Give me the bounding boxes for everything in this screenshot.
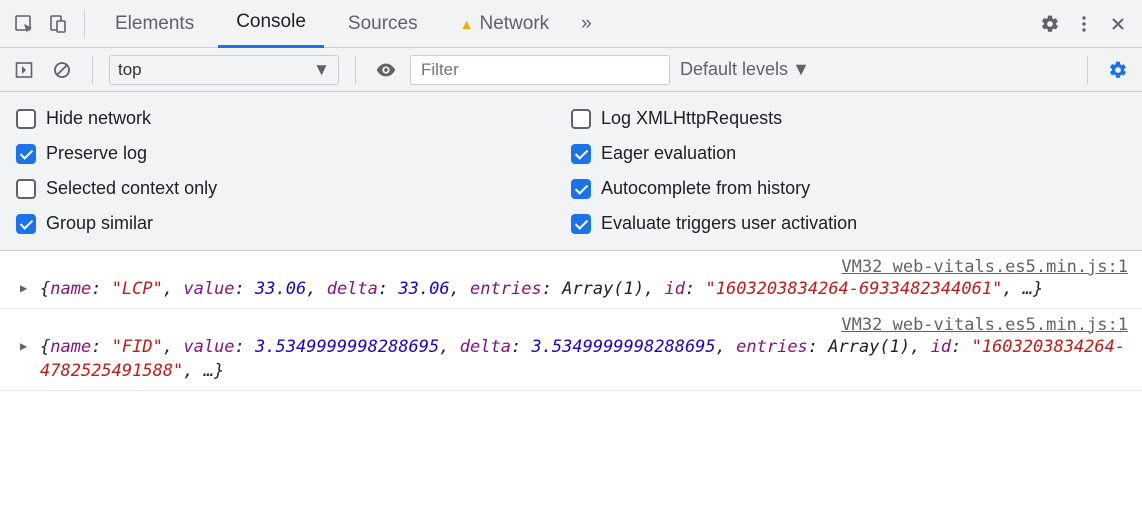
log-levels-selector[interactable]: Default levels ▼ bbox=[680, 59, 810, 80]
console-settings-panel: Hide network Preserve log Selected context… bbox=[0, 92, 1142, 251]
checkbox-icon bbox=[571, 214, 591, 234]
setting-label: Group similar bbox=[46, 213, 153, 234]
log-object: {name: "LCP", value: 33.06, delta: 33.06… bbox=[40, 277, 1132, 302]
devtools-toolbar: Elements Console Sources Network » bbox=[0, 0, 1142, 48]
setting-label: Eager evaluation bbox=[601, 143, 736, 164]
filter-input[interactable] bbox=[410, 55, 670, 85]
setting-label: Hide network bbox=[46, 108, 151, 129]
setting-autocomplete-from-history[interactable]: Autocomplete from history bbox=[571, 178, 1126, 199]
checkbox-icon bbox=[571, 109, 591, 129]
context-selector[interactable]: top ▼ bbox=[109, 55, 339, 85]
context-value: top bbox=[118, 60, 142, 80]
setting-label: Selected context only bbox=[46, 178, 217, 199]
expand-arrow-icon[interactable]: ▶ bbox=[20, 281, 27, 295]
checkbox-icon bbox=[571, 179, 591, 199]
setting-selected-context-only[interactable]: Selected context only bbox=[16, 178, 571, 199]
settings-gear-icon[interactable] bbox=[1036, 10, 1064, 38]
element-picker-icon[interactable] bbox=[10, 10, 38, 38]
setting-group-similar[interactable]: Group similar bbox=[16, 213, 571, 234]
device-toggle-icon[interactable] bbox=[44, 10, 72, 38]
setting-label: Log XMLHttpRequests bbox=[601, 108, 782, 129]
chevron-down-icon: ▼ bbox=[313, 60, 330, 80]
log-entry[interactable]: VM32 web-vitals.es5.min.js:1 ▶ {name: "FID… bbox=[0, 309, 1142, 391]
console-settings-gear-icon[interactable] bbox=[1104, 56, 1132, 84]
setting-evaluate-triggers-user-activation[interactable]: Evaluate triggers user activation bbox=[571, 213, 1126, 234]
checkbox-icon bbox=[571, 144, 591, 164]
console-subbar: top ▼ Default levels ▼ bbox=[0, 48, 1142, 92]
separator bbox=[84, 10, 85, 38]
log-source-link[interactable]: VM32 web-vitals.es5.min.js:1 bbox=[40, 257, 1132, 277]
setting-hide-network[interactable]: Hide network bbox=[16, 108, 571, 129]
setting-eager-evaluation[interactable]: Eager evaluation bbox=[571, 143, 1126, 164]
log-levels-label: Default levels bbox=[680, 59, 788, 80]
checkbox-icon bbox=[16, 144, 36, 164]
checkbox-icon bbox=[16, 179, 36, 199]
log-object: {name: "FID", value: 3.5349999998288695,… bbox=[40, 335, 1132, 384]
log-source-link[interactable]: VM32 web-vitals.es5.min.js:1 bbox=[40, 315, 1132, 335]
clear-console-icon[interactable] bbox=[48, 56, 76, 84]
expand-arrow-icon[interactable]: ▶ bbox=[20, 339, 27, 353]
close-icon[interactable] bbox=[1104, 10, 1132, 38]
tab-console[interactable]: Console bbox=[218, 0, 324, 48]
tab-elements[interactable]: Elements bbox=[97, 0, 212, 48]
setting-log-xmlhttprequests[interactable]: Log XMLHttpRequests bbox=[571, 108, 1126, 129]
setting-label: Evaluate triggers user activation bbox=[601, 213, 857, 234]
console-output: VM32 web-vitals.es5.min.js:1 ▶ {name: "LCP… bbox=[0, 251, 1142, 391]
checkbox-icon bbox=[16, 109, 36, 129]
separator bbox=[92, 56, 93, 84]
tab-sources[interactable]: Sources bbox=[330, 0, 436, 48]
separator bbox=[1087, 56, 1088, 84]
live-expression-icon[interactable] bbox=[372, 56, 400, 84]
log-entry[interactable]: VM32 web-vitals.es5.min.js:1 ▶ {name: "LCP… bbox=[0, 251, 1142, 309]
setting-label: Preserve log bbox=[46, 143, 147, 164]
tabs-overflow[interactable]: » bbox=[573, 0, 600, 48]
checkbox-icon bbox=[16, 214, 36, 234]
kebab-menu-icon[interactable] bbox=[1070, 10, 1098, 38]
separator bbox=[355, 56, 356, 84]
setting-preserve-log[interactable]: Preserve log bbox=[16, 143, 571, 164]
tab-network[interactable]: Network bbox=[442, 0, 568, 48]
chevron-down-icon: ▼ bbox=[792, 59, 810, 80]
sidebar-toggle-icon[interactable] bbox=[10, 56, 38, 84]
setting-label: Autocomplete from history bbox=[601, 178, 810, 199]
